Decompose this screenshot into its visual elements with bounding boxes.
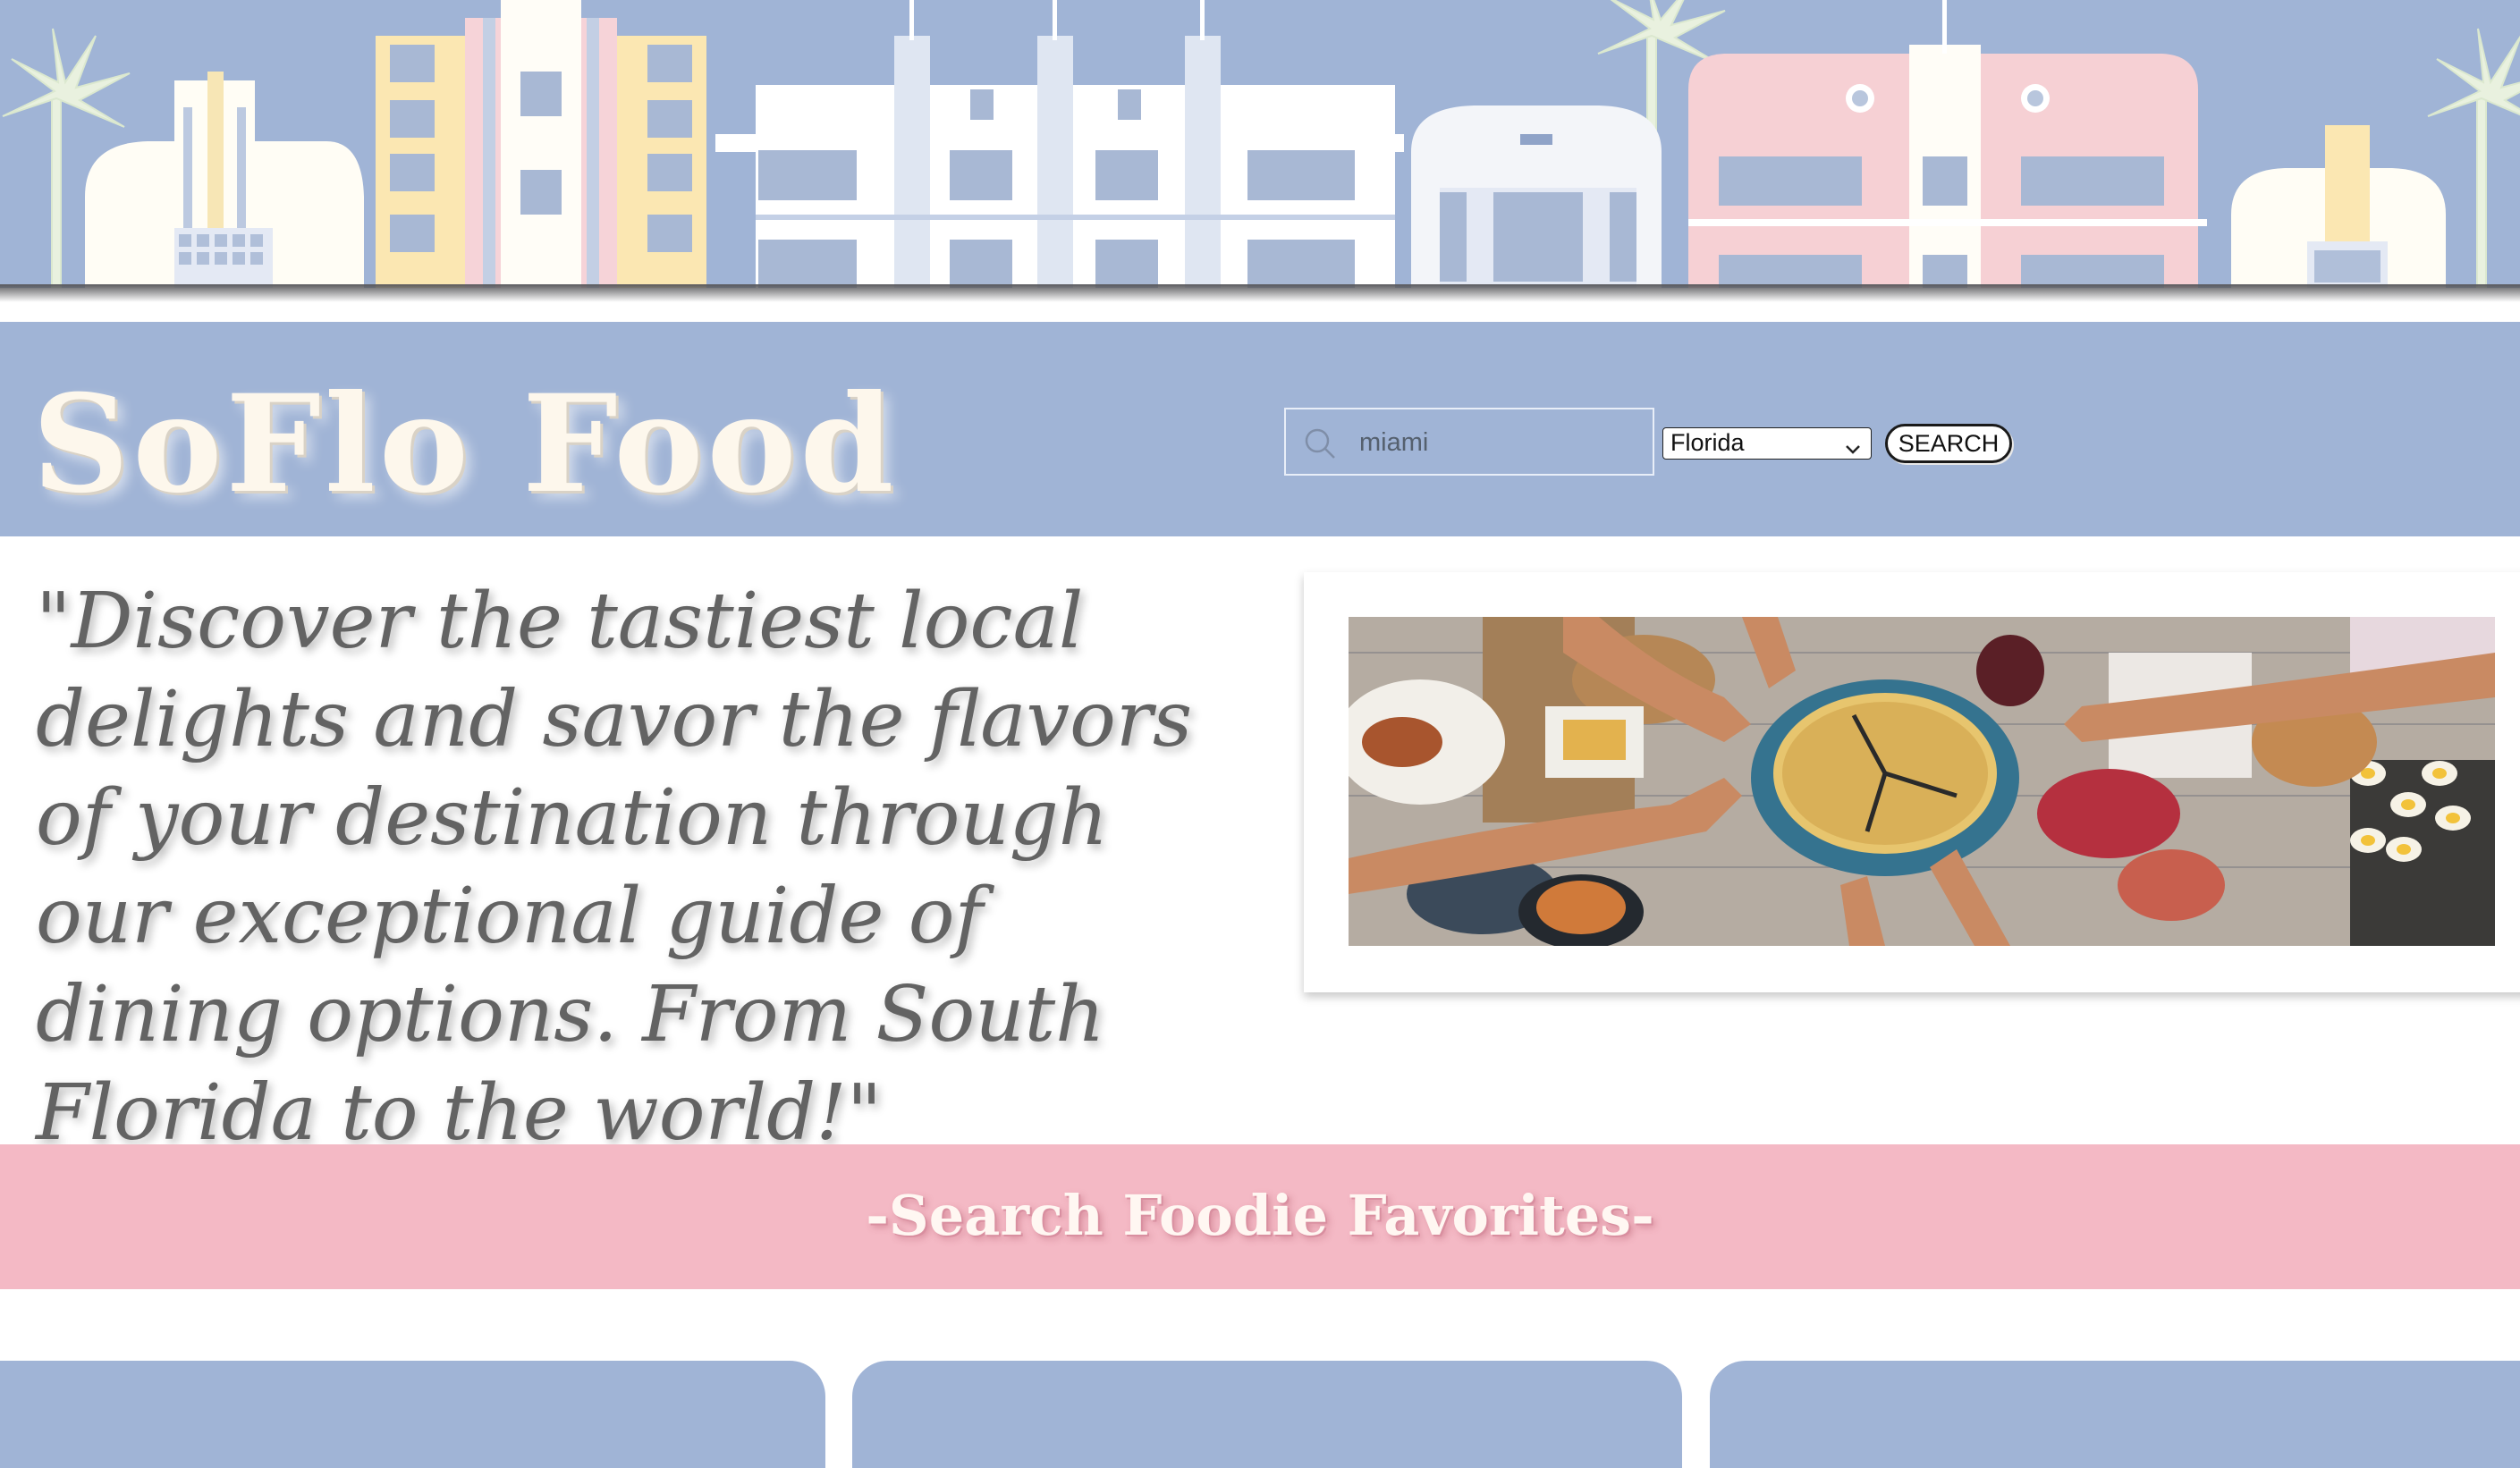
hero-photo-card bbox=[1304, 572, 2520, 992]
favorite-card[interactable] bbox=[1710, 1361, 2520, 1468]
art-deco-skyline-illustration bbox=[2, 0, 2520, 288]
state-select[interactable]: Florida bbox=[1662, 427, 1872, 460]
favorites-banner: -Search Foodie Favorites- bbox=[0, 1144, 2520, 1289]
skyline-shadow bbox=[0, 284, 2520, 302]
search-box[interactable] bbox=[1284, 408, 1654, 476]
hero-photo bbox=[1349, 617, 2495, 946]
search-icon bbox=[1302, 426, 1338, 465]
chevron-down-icon bbox=[1844, 435, 1862, 463]
hero-quote: "Discover the tastiest local delights an… bbox=[36, 577, 1193, 1158]
shared-meal-photo bbox=[1349, 617, 2495, 946]
skyline-banner bbox=[0, 0, 2520, 288]
search-input[interactable] bbox=[1357, 422, 1645, 463]
search-button[interactable]: SEARCH bbox=[1885, 424, 2012, 463]
favorite-card[interactable] bbox=[0, 1361, 825, 1468]
site-header: SoFlo Food Florida SEARCH bbox=[0, 322, 2520, 536]
state-select-value: Florida bbox=[1670, 429, 1745, 456]
site-title: SoFlo Food bbox=[32, 366, 898, 523]
favorite-card[interactable] bbox=[852, 1361, 1682, 1468]
favorites-heading: -Search Foodie Favorites- bbox=[866, 1183, 1654, 1248]
